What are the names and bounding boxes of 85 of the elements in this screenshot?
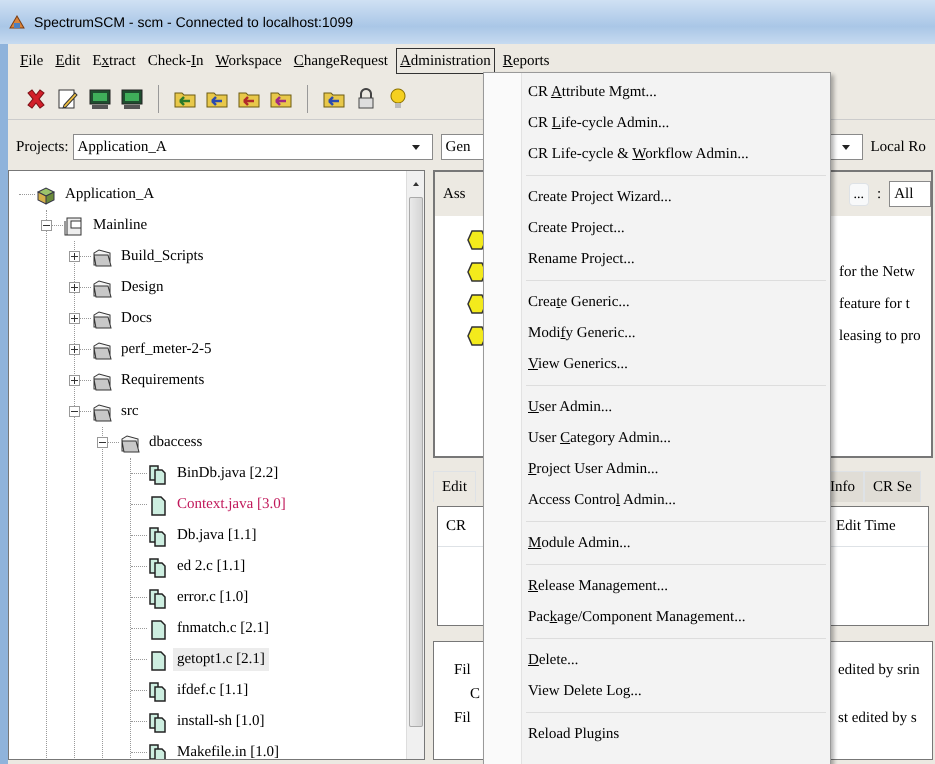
menu-item[interactable]: Package/Component Management... — [522, 602, 830, 633]
menu-item[interactable]: File — [16, 48, 48, 74]
column-header: Edit Time — [836, 517, 896, 536]
menu-item[interactable]: User Admin... — [522, 392, 830, 423]
tree-item[interactable]: src — [117, 400, 142, 423]
monitor-icon[interactable] — [88, 86, 112, 110]
expander-icon[interactable] — [69, 313, 80, 324]
projects-label: Projects: — [16, 138, 68, 157]
projects-combo[interactable]: Application_A — [72, 134, 432, 160]
documents-icon — [147, 710, 169, 732]
menu-item[interactable]: Rename Project... — [522, 244, 830, 275]
expander-icon[interactable] — [97, 437, 108, 448]
tree-item[interactable]: Db.java [1.1] — [173, 524, 261, 547]
monitor-icon[interactable] — [120, 86, 144, 110]
menu-item[interactable]: Modify Generic... — [522, 318, 830, 349]
documents-icon — [147, 680, 169, 702]
tree-item[interactable]: fnmatch.c [2.1] — [173, 617, 274, 640]
tree-item[interactable]: getopt1.c [2.1] — [173, 648, 269, 671]
expander-icon[interactable] — [69, 406, 80, 417]
tab[interactable]: CR Se — [864, 470, 921, 502]
menu-item[interactable]: Create Project... — [522, 213, 830, 244]
detail-label: C — [470, 684, 482, 704]
menu-item[interactable]: Edit — [51, 48, 84, 74]
menu-item[interactable]: Administration — [396, 48, 495, 74]
menu-item[interactable]: ChangeRequest — [290, 48, 392, 74]
tree-item[interactable]: Context.java [3.0] — [173, 493, 290, 516]
window-title: SpectrumSCM - scm - Connected to localhost:1099 — [34, 12, 354, 32]
detail-label: Fil — [454, 660, 472, 680]
tree-item[interactable]: BinDb.java [2.2] — [173, 462, 282, 485]
expander-icon[interactable] — [41, 220, 52, 231]
menu-item[interactable]: CR Attribute Mgmt... — [522, 77, 830, 108]
detail-label: Fil — [454, 708, 472, 728]
menu-item[interactable]: Reports — [498, 48, 554, 74]
local-root-label: Local Ro — [870, 138, 926, 157]
filter-combo[interactable]: All — [889, 181, 931, 207]
menu-item[interactable]: Create Generic... — [522, 287, 830, 318]
tree-item[interactable]: perf_meter-2-5 — [117, 338, 216, 361]
expander-icon[interactable] — [69, 375, 80, 386]
expander-icon[interactable] — [69, 344, 80, 355]
tree-item[interactable]: Design — [117, 276, 168, 299]
menu-item[interactable]: CR Life-cycle Admin... — [522, 108, 830, 139]
documents-icon — [147, 462, 169, 484]
panel-label: Ass — [443, 184, 466, 204]
tree-item[interactable]: ed 2.c [1.1] — [173, 555, 250, 578]
menu-item[interactable]: User Category Admin... — [522, 423, 830, 454]
expander-icon[interactable] — [69, 251, 80, 262]
tree-item[interactable]: ifdef.c [1.1] — [173, 679, 252, 702]
menu-item[interactable]: Extract — [88, 48, 140, 74]
tree-item[interactable]: install-sh [1.0] — [173, 710, 268, 733]
menu-item[interactable]: Release Management... — [522, 571, 830, 602]
separator-label: : — [877, 184, 882, 204]
menu-item[interactable]: Create Project Wizard... — [522, 182, 830, 213]
row-text: for the Netw — [839, 262, 915, 282]
menu-item[interactable]: Workspace — [212, 48, 286, 74]
menu-item[interactable]: View Generics... — [522, 349, 830, 380]
app-icon — [8, 14, 26, 30]
expander-icon[interactable] — [69, 282, 80, 293]
tree-item[interactable]: Makefile.in [1.0] — [173, 741, 284, 759]
menu-item[interactable]: Delete... — [522, 645, 830, 676]
tree-item[interactable]: Build_Scripts — [117, 245, 208, 268]
row-text: leasing to pro — [839, 326, 921, 346]
menu-item[interactable]: CR Life-cycle & Workflow Admin... — [522, 139, 830, 170]
tree-item[interactable]: Application_A — [61, 183, 158, 206]
column-header: CR — [446, 517, 466, 536]
tree-item[interactable]: Requirements — [117, 369, 208, 392]
menu-item[interactable]: Reload Plugins — [522, 719, 830, 750]
edit-icon[interactable] — [56, 86, 80, 110]
tree-item[interactable]: Mainline — [89, 214, 152, 237]
scrollbar[interactable] — [406, 171, 424, 759]
tab[interactable]: Edit — [433, 470, 476, 502]
row-text: feature for t — [839, 294, 910, 314]
documents-icon — [147, 586, 169, 608]
menu-item[interactable]: Check-In — [144, 48, 208, 74]
detail-text: st edited by s — [838, 708, 917, 728]
tree-item[interactable]: error.c [1.0] — [173, 586, 252, 609]
documents-icon — [147, 742, 169, 759]
menu-item[interactable]: View Delete Log... — [522, 676, 830, 707]
tree-item[interactable]: Docs — [117, 307, 156, 330]
menu-item[interactable]: Module Admin... — [522, 528, 830, 559]
scrollbar-thumb[interactable] — [408, 197, 422, 727]
documents-icon — [147, 524, 169, 546]
detail-text: edited by srin — [838, 660, 920, 680]
documents-icon — [147, 556, 169, 578]
browse-button[interactable]: ... — [848, 182, 870, 206]
tree-item[interactable]: dbaccess — [145, 431, 206, 454]
